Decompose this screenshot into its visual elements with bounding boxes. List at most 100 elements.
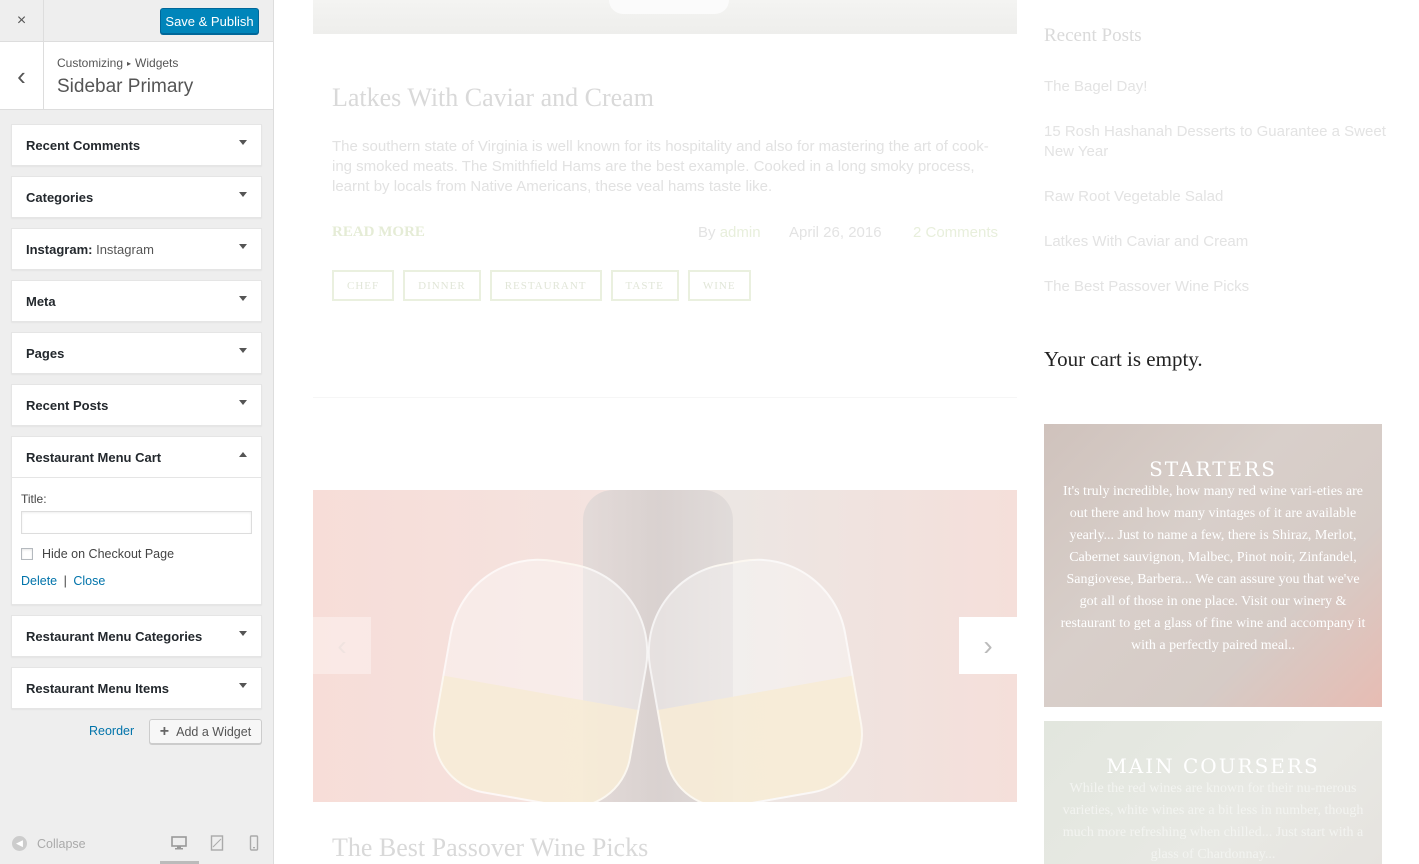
close-icon: × (16, 12, 27, 29)
author-link[interactable]: admin (720, 224, 761, 241)
caret-up-icon[interactable] (239, 452, 247, 457)
caret-down-icon[interactable] (239, 296, 247, 301)
author-prefix: By (698, 224, 716, 241)
add-widget-button[interactable]: + Add a Widget (149, 719, 262, 744)
collapse-button[interactable]: ◀ Collapse (12, 836, 86, 851)
caret-down-icon[interactable] (239, 192, 247, 197)
caret-down-icon[interactable] (239, 683, 247, 688)
widget-title: Instagram: Instagram (26, 242, 154, 257)
caret-down-icon[interactable] (239, 400, 247, 405)
widget-title: Categories (26, 190, 94, 205)
widget-header[interactable]: Categories (12, 177, 261, 217)
widget-control-links: Delete | Close (21, 574, 252, 588)
tag-chef[interactable]: CHEF (332, 270, 395, 301)
chevron-left-icon: ‹ (337, 629, 347, 661)
recent-post-link[interactable]: The Best Passover Wine Picks (1044, 277, 1389, 297)
widget-title: Restaurant Menu Categories (26, 629, 203, 644)
recent-post-link[interactable]: The Bagel Day! (1044, 77, 1389, 97)
post-title[interactable]: Latkes With Caviar and Cream (332, 83, 654, 113)
hide-on-checkout-label[interactable]: Hide on Checkout Page (42, 547, 174, 561)
customizer-panel: × Save & Publish ‹ Customizing ▸ Widgets S… (0, 0, 274, 864)
chevron-right-icon: › (983, 629, 993, 661)
post-image-slider: ‹ › (313, 490, 1017, 802)
slider-next-button[interactable]: › (959, 617, 1017, 674)
close-widget-link[interactable]: Close (73, 574, 105, 588)
widget-header[interactable]: Meta (12, 281, 261, 321)
breadcrumb-separator-icon: ▸ (127, 59, 132, 68)
breadcrumb-current: Widgets (135, 56, 179, 70)
add-widget-label: Add a Widget (176, 724, 252, 739)
menu-category-title: MAIN COURSERS (1106, 754, 1320, 778)
tag-restaurant[interactable]: RESTAURANT (489, 270, 602, 301)
widget-title: Restaurant Menu Items (26, 681, 170, 696)
widget-header[interactable]: Recent Posts (12, 385, 261, 425)
widget-pages[interactable]: Pages (11, 332, 262, 374)
customizer-footer: ◀ Collapse (0, 824, 273, 864)
widget-instance-title: Instagram (96, 242, 154, 257)
menu-category-starters[interactable]: STARTERS It's truly incredible, how many… (1044, 424, 1382, 707)
delete-widget-link[interactable]: Delete (21, 574, 57, 588)
widget-restaurant-menu-cart[interactable]: Restaurant Menu Cart Title: Hide on Chec… (11, 436, 262, 605)
widget-instagram[interactable]: Instagram: Instagram (11, 228, 262, 270)
mobile-icon[interactable] (246, 835, 262, 851)
widget-header[interactable]: Restaurant Menu Items (12, 668, 261, 708)
widget-title: Recent Posts (26, 398, 109, 413)
widget-title: Meta (26, 294, 56, 309)
post-date: April 26, 2016 (789, 224, 882, 241)
widget-title: Pages (26, 346, 65, 361)
widget-recent-posts[interactable]: Recent Posts (11, 384, 262, 426)
post-excerpt: The southern state of Virginia is well k… (332, 138, 989, 195)
widget-header[interactable]: Recent Comments (12, 125, 261, 165)
caret-down-icon[interactable] (239, 244, 247, 249)
breadcrumb-root: Customizing (57, 56, 124, 70)
comments-link[interactable]: 2 Comments (913, 224, 998, 241)
chevron-left-icon: ‹ (17, 60, 26, 91)
widget-categories[interactable]: Categories (11, 176, 262, 218)
section-title: Sidebar Primary (57, 76, 194, 97)
widget-restaurant-menu-items[interactable]: Restaurant Menu Items (11, 667, 262, 709)
widget-header[interactable]: Pages (12, 333, 261, 373)
site-preview: Latkes With Caviar and Cream The souther… (274, 0, 1419, 864)
widget-recent-comments[interactable]: Recent Comments (11, 124, 262, 166)
widget-restaurant-menu-categories[interactable]: Restaurant Menu Categories (11, 615, 262, 657)
tag-dinner[interactable]: DINNER (403, 270, 481, 301)
recent-post-link[interactable]: Latkes With Caviar and Cream (1044, 232, 1389, 252)
widget-header[interactable]: Restaurant Menu Cart (12, 437, 261, 477)
recent-post-link[interactable]: Raw Root Vegetable Salad (1044, 187, 1389, 207)
slider-prev-button[interactable]: ‹ (313, 617, 371, 674)
collapse-arrow-icon: ◀ (12, 836, 27, 851)
menu-category-description: While the red wines are known for their … (1062, 781, 1364, 862)
widget-header[interactable]: Instagram: Instagram (12, 229, 261, 269)
caret-down-icon[interactable] (239, 348, 247, 353)
caret-down-icon[interactable] (239, 140, 247, 145)
save-publish-button[interactable]: Save & Publish (160, 8, 259, 34)
breadcrumb: Customizing ▸ Widgets (57, 56, 178, 70)
recent-post-link[interactable]: 15 Rosh Hashanah Desserts to Guarantee a… (1044, 122, 1389, 162)
tag-wine[interactable]: WINE (687, 270, 751, 301)
widget-meta[interactable]: Meta (11, 280, 262, 322)
back-button[interactable]: ‹ (0, 42, 44, 109)
desktop-icon[interactable] (171, 835, 187, 851)
section-header: ‹ Customizing ▸ Widgets Sidebar Primary (0, 42, 273, 110)
plus-icon: + (159, 722, 170, 740)
link-separator: | (63, 574, 67, 588)
menu-category-title: STARTERS (1149, 457, 1277, 481)
widget-header[interactable]: Restaurant Menu Categories (12, 616, 261, 656)
customizer-header: × Save & Publish (0, 0, 273, 42)
tag-taste[interactable]: TASTE (610, 270, 679, 301)
collapse-label: Collapse (37, 836, 86, 851)
menu-category-description: It's truly incredible, how many red wine… (1060, 484, 1366, 653)
post-tags: CHEF DINNER RESTAURANT TASTE WINE (332, 270, 751, 301)
post-divider (313, 397, 1017, 398)
title-field[interactable] (21, 511, 252, 534)
post-title[interactable]: The Best Passover Wine Picks (332, 833, 648, 863)
tablet-icon[interactable] (209, 835, 225, 851)
menu-category-main-courses[interactable]: MAIN COURSERS While the red wines are kn… (1044, 721, 1382, 864)
title-field-label: Title: (21, 492, 47, 506)
read-more-link[interactable]: READ MORE (332, 224, 425, 241)
close-customizer-button[interactable]: × (0, 0, 44, 42)
reorder-link[interactable]: Reorder (89, 724, 134, 738)
caret-down-icon[interactable] (239, 631, 247, 636)
plate-graphic (609, 0, 729, 14)
hide-on-checkout-checkbox[interactable] (21, 548, 33, 560)
